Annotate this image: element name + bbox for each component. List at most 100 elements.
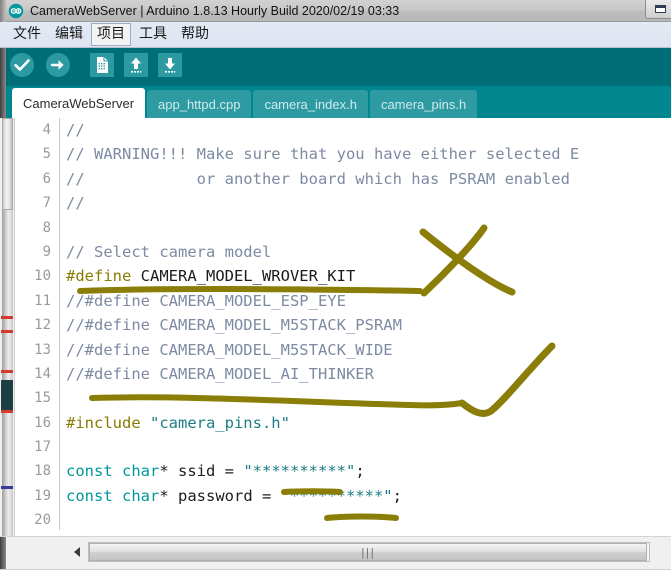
line-number: 15 (34, 390, 51, 407)
code-token: // or another board which has PSRAM enab… (66, 169, 570, 188)
line-number: 17 (34, 439, 51, 456)
code-token: "**********" (243, 462, 356, 481)
line-number: 18 (34, 463, 51, 480)
code-line: // (66, 118, 671, 142)
code-token: CAMERA_MODEL_WROVER_KIT (131, 267, 356, 286)
editor-vertical-scrollbar[interactable] (0, 118, 15, 536)
sketch-tab-bar: CameraWebServer app_httpd.cpp camera_ind… (0, 86, 671, 118)
upload-button[interactable] (42, 51, 74, 83)
new-document-icon (89, 52, 115, 83)
scrollbar-marker (1, 370, 13, 373)
code-token: //#define CAMERA_MODEL_M5STACK_PSRAM (66, 316, 402, 335)
checkmark-circle-icon (8, 51, 36, 84)
line-number: 9 (42, 243, 51, 260)
code-line: //#define CAMERA_MODEL_M5STACK_PSRAM (66, 313, 671, 337)
main-toolbar (0, 48, 671, 86)
arrow-right-circle-icon (44, 51, 72, 84)
code-line: //#define CAMERA_MODEL_AI_THINKER (66, 362, 671, 386)
menu-help[interactable]: 帮助 (175, 23, 215, 46)
chevron-left-icon (73, 547, 80, 557)
code-token: // Select camera model (66, 242, 272, 261)
code-token: * password = (159, 486, 281, 505)
scrollbar-marker (1, 330, 13, 333)
scrollbar-marker (1, 380, 13, 410)
code-line: // Select camera model (66, 240, 671, 264)
code-line: const char* password = "**********"; (66, 484, 671, 508)
maximize-icon (654, 5, 666, 13)
line-number: 7 (42, 195, 51, 212)
line-number: 13 (34, 341, 51, 358)
code-token: //#define CAMERA_MODEL_AI_THINKER (66, 364, 374, 383)
new-button[interactable] (86, 51, 118, 83)
line-number: 5 (42, 146, 51, 163)
window-title: CameraWebServer | Arduino 1.8.13 Hourly … (30, 3, 400, 18)
verify-button[interactable] (6, 51, 38, 83)
code-line: //#define CAMERA_MODEL_ESP_EYE (66, 289, 671, 313)
code-token: // WARNING!!! Make sure that you have ei… (66, 145, 580, 164)
code-token: "**********" (280, 486, 393, 505)
line-number-gutter: 4 5 6 7 8 9 10 11 12 13 14 15 16 17 18 1… (16, 118, 60, 536)
scrollbar-marker (1, 486, 13, 489)
arduino-ide-window: CameraWebServer | Arduino 1.8.13 Hourly … (0, 0, 671, 570)
code-line: // or another board which has PSRAM enab… (66, 167, 671, 191)
menu-sketch[interactable]: 项目 (91, 23, 131, 46)
save-button[interactable] (154, 51, 186, 83)
line-number: 11 (34, 292, 51, 309)
code-token: //#define CAMERA_MODEL_M5STACK_WIDE (66, 340, 393, 359)
line-number: 4 (42, 122, 51, 138)
tab-camerawebserver[interactable]: CameraWebServer (12, 88, 146, 118)
code-line: #include "camera_pins.h" (66, 411, 671, 435)
scrollbar-marker (1, 316, 13, 319)
code-line: //#define CAMERA_MODEL_M5STACK_WIDE (66, 338, 671, 362)
menu-tools[interactable]: 工具 (133, 23, 173, 46)
line-number: 6 (42, 170, 51, 187)
horizontal-scrollbar-track[interactable]: ||| (88, 542, 650, 562)
line-number: 14 (34, 365, 51, 382)
scrollbar-grip-icon: ||| (360, 545, 376, 559)
editor-horizontal-scrollbar[interactable]: ||| (0, 536, 671, 570)
tab-app-httpd-cpp[interactable]: app_httpd.cpp (147, 90, 252, 118)
code-line: // WARNING!!! Make sure that you have ei… (66, 142, 671, 166)
code-token: #define (66, 267, 132, 286)
code-token: ; (355, 462, 365, 481)
line-number: 12 (34, 317, 51, 334)
tab-camera-pins-h[interactable]: camera_pins.h (369, 90, 478, 118)
arduino-logo-icon (8, 3, 24, 19)
scrollbar-marker (1, 410, 13, 413)
line-number: 20 (34, 512, 51, 529)
save-down-arrow-icon (157, 52, 183, 83)
line-number: 16 (34, 414, 51, 431)
window-left-border-bottom (0, 537, 6, 570)
open-folder-up-arrow-icon (123, 52, 149, 83)
code-token: ; (392, 486, 402, 505)
window-left-border (0, 0, 6, 22)
line-number: 10 (34, 268, 51, 285)
scroll-left-button[interactable] (68, 543, 85, 561)
menu-bar: 文件 编辑 项目 工具 帮助 (0, 22, 671, 48)
code-token: const char (66, 462, 160, 481)
code-token: //#define CAMERA_MODEL_ESP_EYE (66, 291, 346, 310)
code-line: // (66, 191, 671, 215)
open-button[interactable] (120, 51, 152, 83)
code-line: #define CAMERA_MODEL_WROVER_KIT (66, 264, 671, 288)
line-number: 19 (34, 487, 51, 504)
code-token: // (66, 121, 85, 139)
vertical-scrollbar-thumb[interactable] (2, 118, 13, 210)
code-token: "camera_pins.h" (140, 413, 290, 432)
menu-edit[interactable]: 编辑 (49, 23, 89, 46)
title-bar: CameraWebServer | Arduino 1.8.13 Hourly … (0, 0, 671, 22)
line-number: 8 (42, 219, 51, 236)
maximize-button[interactable] (645, 0, 671, 19)
window-left-border-tabs (0, 86, 6, 118)
code-text-area[interactable]: // // WARNING!!! Make sure that you have… (61, 118, 671, 536)
menu-file[interactable]: 文件 (7, 23, 47, 46)
horizontal-scrollbar-thumb[interactable]: ||| (89, 543, 647, 561)
code-token: * ssid = (159, 462, 244, 481)
code-token: // (66, 194, 85, 213)
tab-camera-index-h[interactable]: camera_index.h (253, 90, 368, 118)
code-editor[interactable]: 4 5 6 7 8 9 10 11 12 13 14 15 16 17 18 1… (0, 118, 671, 536)
